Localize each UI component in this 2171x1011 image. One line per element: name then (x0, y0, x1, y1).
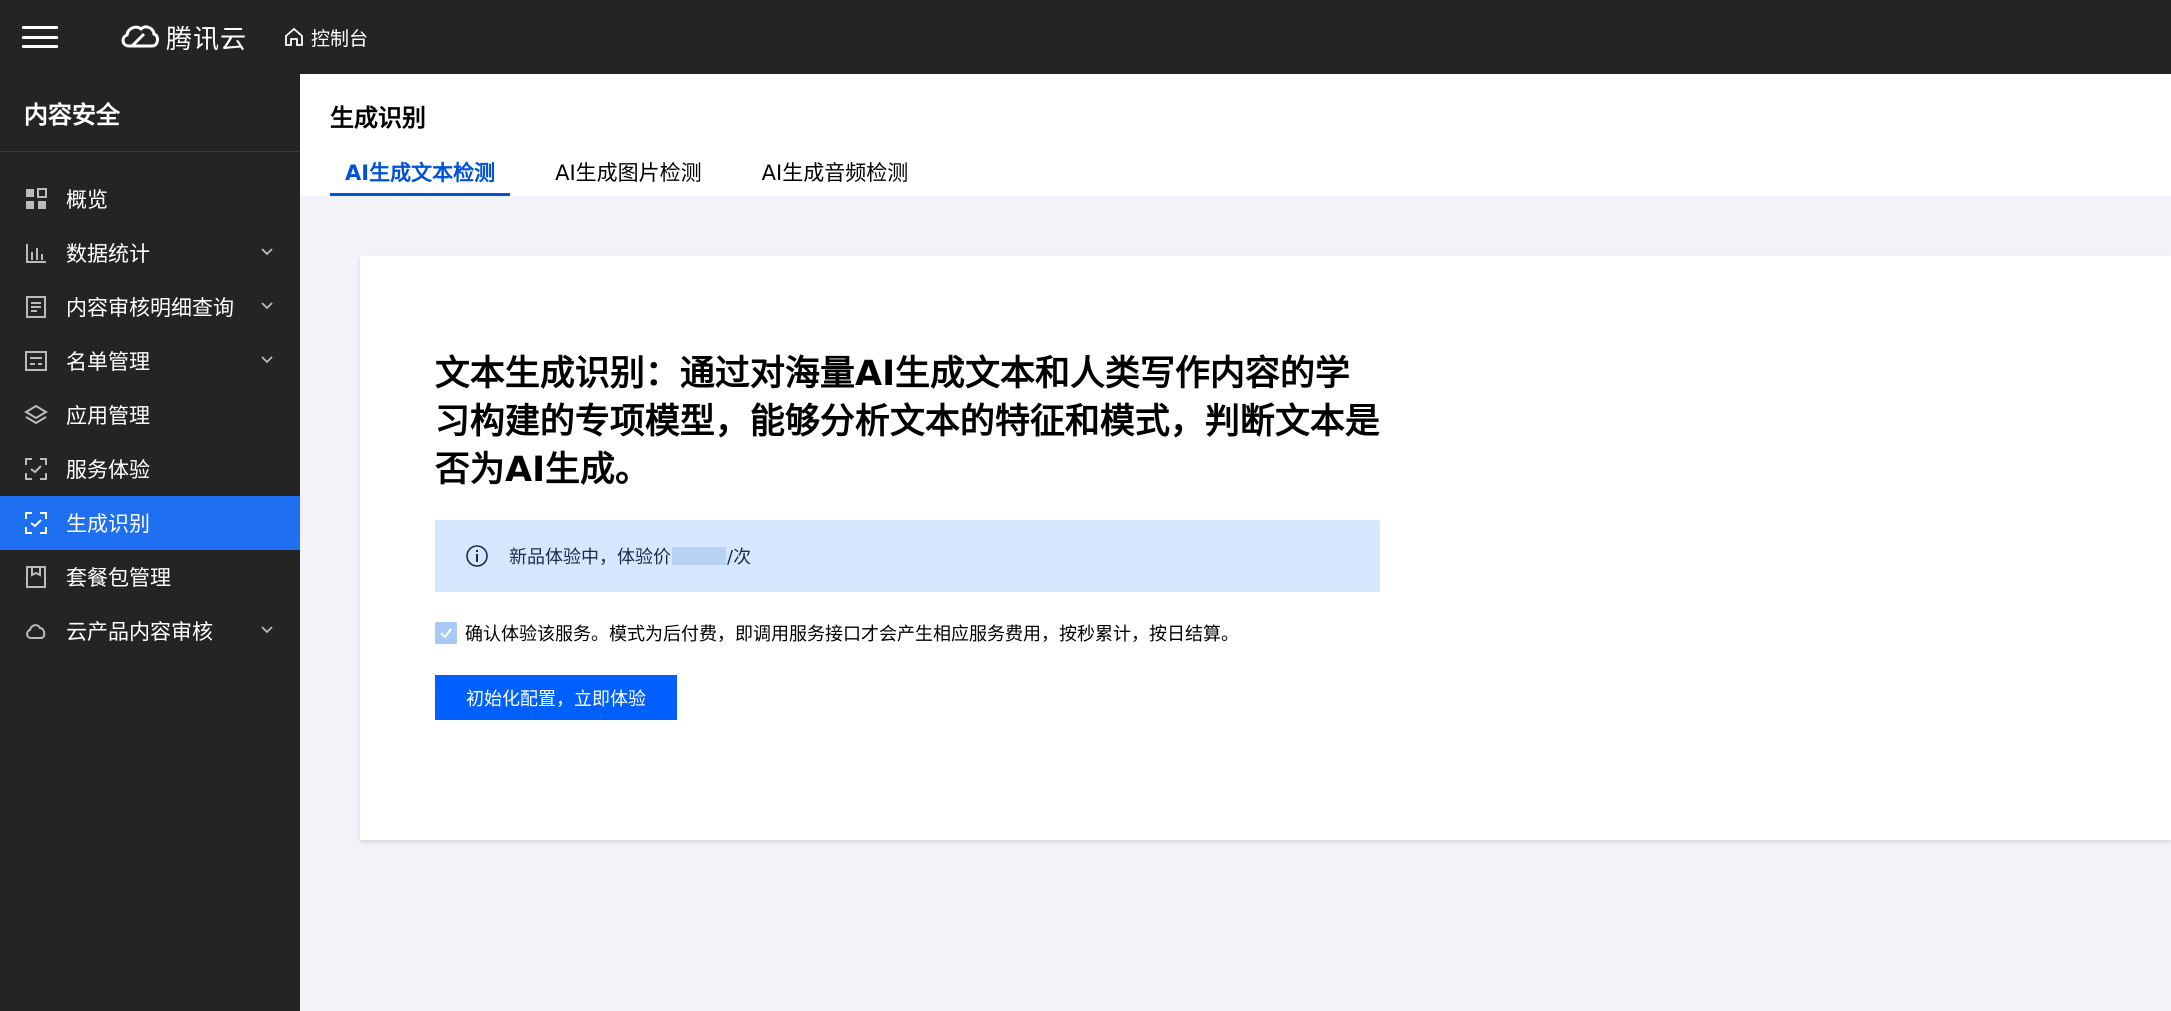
document-list-icon (24, 295, 48, 319)
chevron-down-icon (261, 248, 273, 256)
chevron-down-icon (261, 356, 273, 364)
notice-prefix: 新品体验中，体验价 (509, 547, 671, 568)
sidebar-item-service-trial[interactable]: 服务体验 (0, 442, 300, 496)
confirm-row: 确认体验该服务。模式为后付费，即调用服务接口才会产生相应服务费用，按秒累计，按日… (435, 620, 1239, 646)
top-bar: 腾讯云 控制台 (0, 0, 2171, 74)
cloud-logo-icon (121, 25, 159, 48)
card-headline: 文本生成识别：通过对海量AI生成文本和人类写作内容的学习构建的专项模型，能够分析… (435, 354, 1381, 490)
grid-icon (24, 187, 48, 211)
bar-chart-icon (24, 241, 48, 265)
pricing-notice: 新品体验中，体验价 /次 (435, 520, 1380, 592)
sidebar-item-statistics[interactable]: 数据统计 (0, 226, 300, 280)
content-card: 文本生成识别：通过对海量AI生成文本和人类写作内容的学习构建的专项模型，能够分析… (360, 256, 2171, 840)
sidebar-item-label: 概览 (66, 188, 108, 212)
sidebar-item-label: 内容审核明细查询 (66, 296, 234, 320)
cloud-icon (24, 619, 48, 643)
sidebar-item-app-management[interactable]: 应用管理 (0, 388, 300, 442)
sidebar-item-label: 生成识别 (66, 512, 150, 536)
tab-bar: AI生成文本检测 AI生成图片检测 AI生成音频检测 (330, 158, 953, 196)
sidebar-item-label: 套餐包管理 (66, 566, 171, 590)
page-title: 生成识别 (330, 104, 426, 132)
sidebar-item-label: 云产品内容审核 (66, 620, 213, 644)
package-icon (24, 565, 48, 589)
sidebar-title: 内容安全 (0, 74, 300, 152)
tab-ai-audio-detection[interactable]: AI生成音频检测 (747, 158, 924, 196)
sidebar: 内容安全 概览 数据统计 内容审核明细查询 名单管理 应用管理 服务体验 生成识… (0, 74, 300, 1011)
redacted-price (672, 547, 726, 565)
chevron-down-icon (261, 626, 273, 634)
info-icon (466, 545, 488, 567)
brand-logo[interactable]: 腾讯云 (118, 19, 247, 56)
menu-icon[interactable] (22, 23, 58, 51)
tab-ai-image-detection[interactable]: AI生成图片检测 (540, 158, 717, 196)
sidebar-item-audit-query[interactable]: 内容审核明细查询 (0, 280, 300, 334)
chevron-down-icon (261, 302, 273, 310)
notice-suffix: /次 (727, 547, 752, 568)
sidebar-item-label: 服务体验 (66, 458, 150, 482)
init-config-button[interactable]: 初始化配置，立即体验 (435, 675, 677, 720)
check-icon (440, 628, 452, 639)
sidebar-item-cloud-audit[interactable]: 云产品内容审核 (0, 604, 300, 658)
sidebar-item-package-management[interactable]: 套餐包管理 (0, 550, 300, 604)
console-label: 控制台 (311, 27, 369, 50)
sidebar-item-label: 数据统计 (66, 242, 150, 266)
tab-ai-text-detection[interactable]: AI生成文本检测 (330, 158, 511, 196)
sidebar-item-label: 应用管理 (66, 404, 150, 428)
scan-icon (24, 457, 48, 481)
brand-name: 腾讯云 (166, 24, 248, 55)
confirm-text: 确认体验该服务。模式为后付费，即调用服务接口才会产生相应服务费用，按秒累计，按日… (465, 624, 1239, 645)
sidebar-nav: 概览 数据统计 内容审核明细查询 名单管理 应用管理 服务体验 生成识别 套餐包… (0, 172, 300, 658)
sidebar-item-overview[interactable]: 概览 (0, 172, 300, 226)
sidebar-item-label: 名单管理 (66, 350, 150, 374)
home-icon (285, 27, 303, 46)
layers-icon (24, 403, 48, 427)
sidebar-item-generation-recognition[interactable]: 生成识别 (0, 496, 300, 550)
main-header: 生成识别 AI生成文本检测 AI生成图片检测 AI生成音频检测 (300, 74, 2171, 196)
scan-check-icon (24, 511, 48, 535)
confirm-checkbox[interactable] (435, 622, 457, 644)
sidebar-item-list-management[interactable]: 名单管理 (0, 334, 300, 388)
console-link[interactable]: 控制台 (283, 24, 368, 51)
list-box-icon (24, 349, 48, 373)
